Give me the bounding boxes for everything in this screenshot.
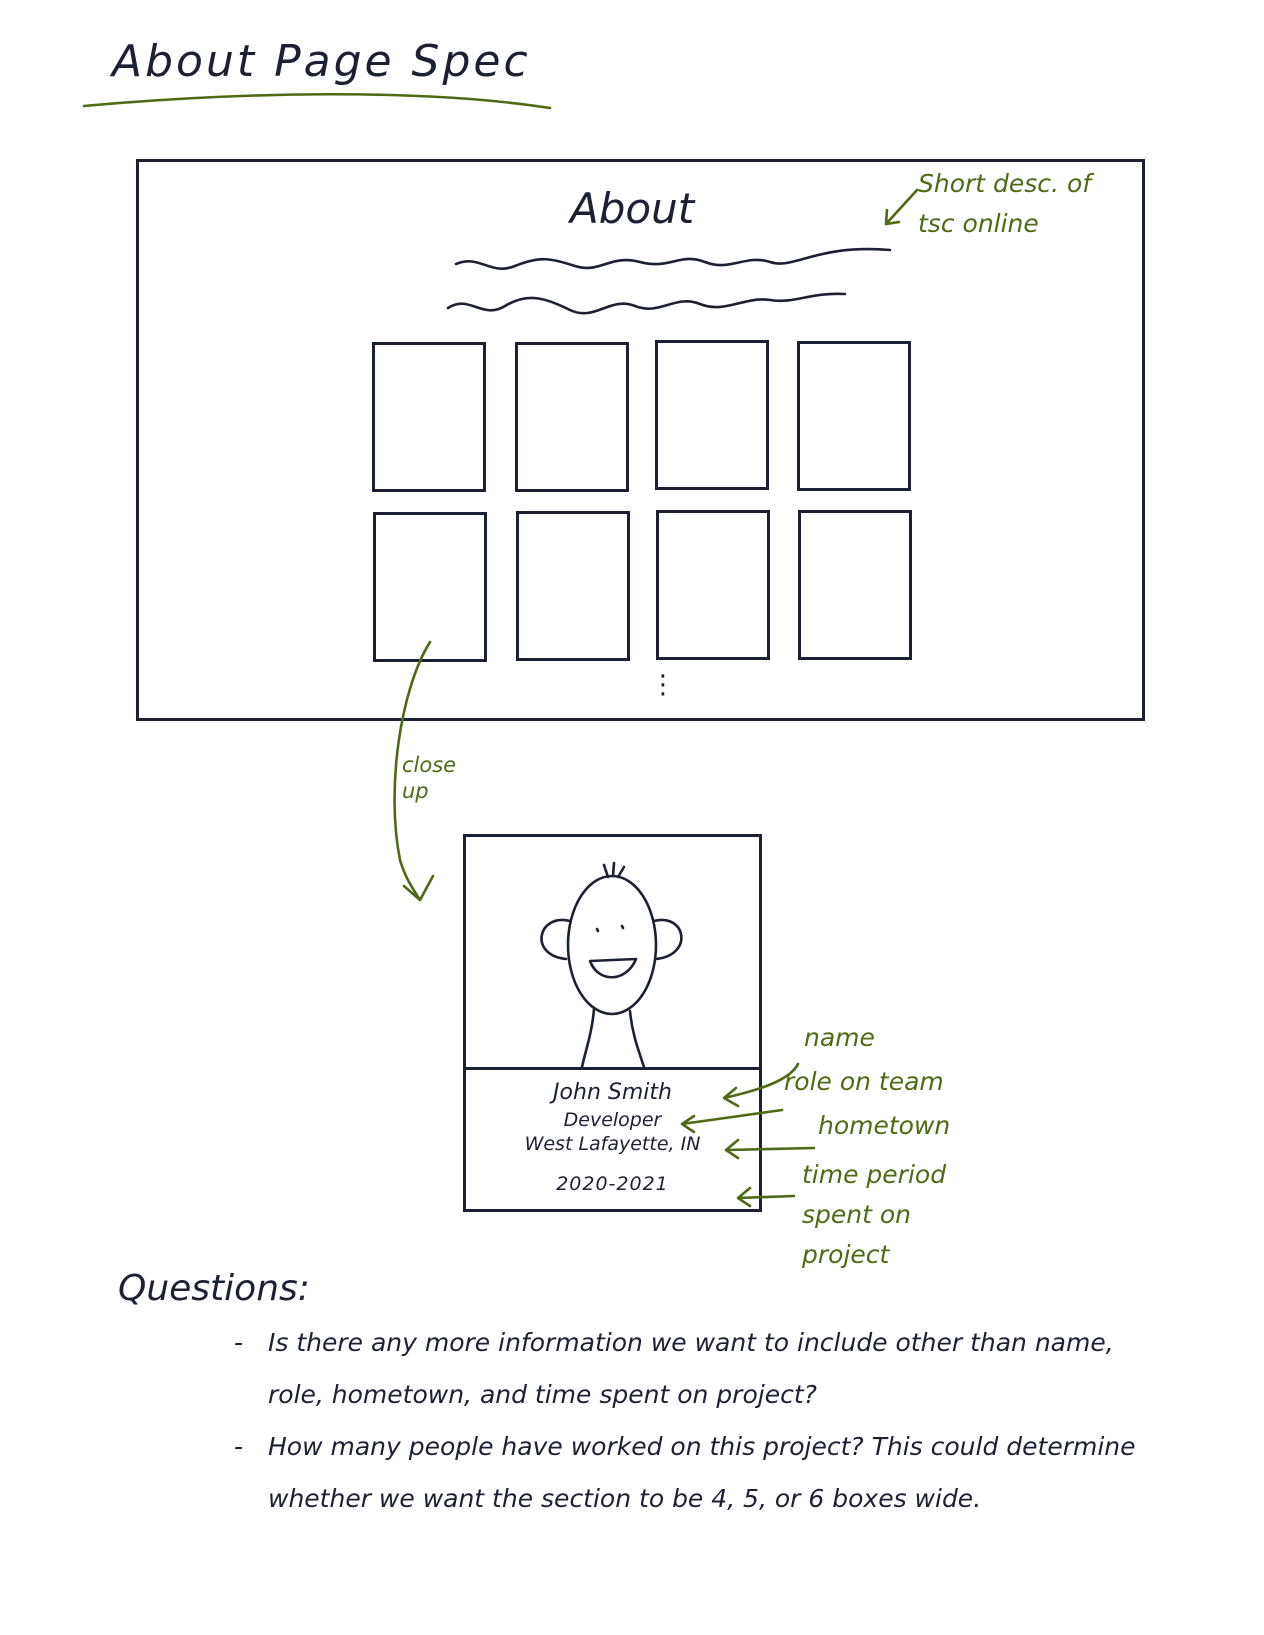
sketch-strokes: [82, 92, 919, 1208]
arrow-icon: [736, 1186, 796, 1208]
arrow-icon: [724, 1138, 816, 1160]
arrow-icon: [884, 188, 919, 226]
title-underline: [82, 92, 552, 110]
arrow-icon: [680, 1108, 784, 1134]
description-squiggle: [446, 292, 847, 315]
arrow-icon: [393, 640, 435, 902]
description-squiggle: [454, 247, 892, 270]
arrow-icon: [722, 1062, 800, 1108]
